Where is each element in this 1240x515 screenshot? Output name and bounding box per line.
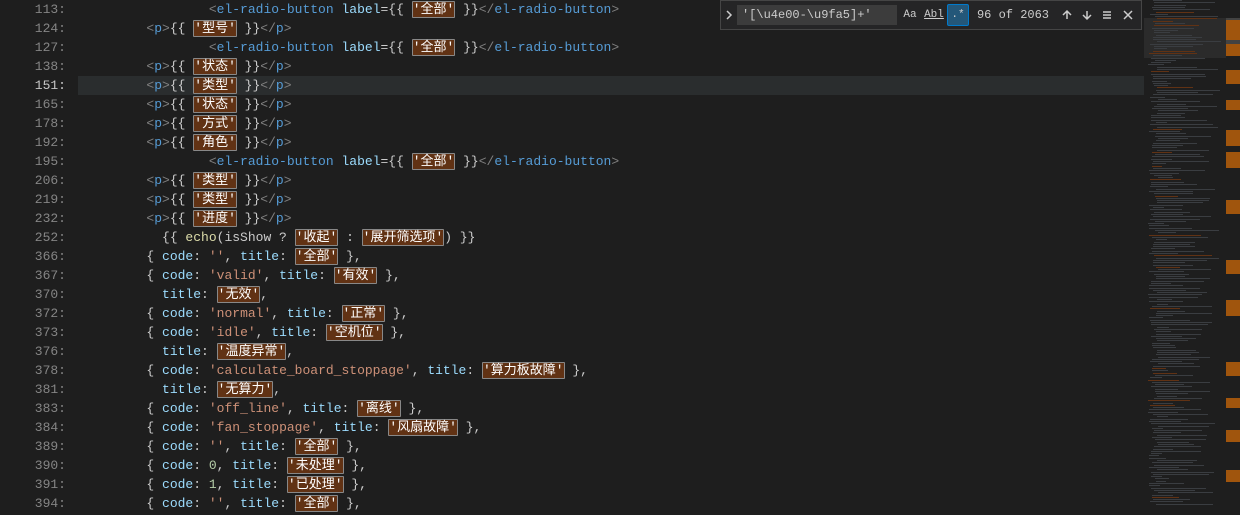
code-line[interactable]: { code: 'idle', title: '空机位' }, <box>78 323 1240 342</box>
code-line[interactable]: title: '温度异常', <box>78 342 1240 361</box>
find-close[interactable] <box>1117 5 1139 25</box>
code-line[interactable]: { code: 'fan_stoppage', title: '风扇故障' }, <box>78 418 1240 437</box>
find-toggle-replace[interactable] <box>721 1 737 29</box>
line-number: 381: <box>0 380 78 399</box>
code-line[interactable]: <el-radio-button label={{ '全部' }}</el-ra… <box>78 38 1240 57</box>
code-line[interactable]: { code: 0, title: '未处理' }, <box>78 456 1240 475</box>
line-number: 384: <box>0 418 78 437</box>
line-number-gutter: 113:124:127:138:151:165:178:192:195:206:… <box>0 0 78 515</box>
line-number: 195: <box>0 152 78 171</box>
code-line[interactable]: <p>{{ '类型' }}</p> <box>78 190 1240 209</box>
find-use-regex[interactable]: .* <box>947 4 969 26</box>
line-number: 178: <box>0 114 78 133</box>
find-in-selection[interactable] <box>1097 5 1117 25</box>
line-number: 206: <box>0 171 78 190</box>
vertical-scrollbar[interactable] <box>1226 0 1240 515</box>
line-number: 373: <box>0 323 78 342</box>
arrow-up-icon <box>1061 9 1073 21</box>
code-line[interactable]: title: '无算力', <box>78 380 1240 399</box>
line-number: 151: <box>0 76 78 95</box>
line-number: 232: <box>0 209 78 228</box>
code-line[interactable]: <p>{{ '类型' }}</p> <box>78 76 1240 95</box>
code-line[interactable]: { code: '', title: '全部' }, <box>78 494 1240 513</box>
line-number: 113: <box>0 0 78 19</box>
line-number: 378: <box>0 361 78 380</box>
editor-area: 113:124:127:138:151:165:178:192:195:206:… <box>0 0 1240 515</box>
find-previous[interactable] <box>1057 5 1077 25</box>
selection-icon <box>1101 9 1113 21</box>
code-line[interactable]: title: '无效', <box>78 285 1240 304</box>
code-line[interactable]: <p>{{ '进度' }}</p> <box>78 209 1240 228</box>
find-next[interactable] <box>1077 5 1097 25</box>
line-number: 165: <box>0 95 78 114</box>
arrow-down-icon <box>1081 9 1093 21</box>
line-number: 394: <box>0 494 78 513</box>
chevron-right-icon <box>724 10 734 20</box>
code-line[interactable]: { code: '', title: '全部' }, <box>78 247 1240 266</box>
code-line[interactable]: <p>{{ '类型' }}</p> <box>78 171 1240 190</box>
code-line[interactable]: {{ echo(isShow ? '收起' : '展开筛选项') }} <box>78 228 1240 247</box>
line-number: 372: <box>0 304 78 323</box>
line-number: 192: <box>0 133 78 152</box>
line-number: 367: <box>0 266 78 285</box>
code-line[interactable]: { code: '', title: '全部' }, <box>78 437 1240 456</box>
line-number: 124: <box>0 19 78 38</box>
code-line[interactable]: { code: 'normal', title: '正常' }, <box>78 304 1240 323</box>
find-match-case[interactable]: Aa <box>899 4 921 26</box>
code-line[interactable]: <el-radio-button label={{ '全部' }}</el-ra… <box>78 152 1240 171</box>
line-number: 390: <box>0 456 78 475</box>
code-line[interactable]: { code: 'valid', title: '有效' }, <box>78 266 1240 285</box>
line-number: 376: <box>0 342 78 361</box>
line-number: 138: <box>0 57 78 76</box>
code-line[interactable]: { code: 'calculate_board_stoppage', titl… <box>78 361 1240 380</box>
line-number: 219: <box>0 190 78 209</box>
code-line[interactable]: <p>{{ '方式' }}</p> <box>78 114 1240 133</box>
line-number: 391: <box>0 475 78 494</box>
find-input[interactable] <box>737 5 897 25</box>
find-result-count: 96 of 2063 <box>977 6 1049 25</box>
line-number: 366: <box>0 247 78 266</box>
line-number: 389: <box>0 437 78 456</box>
code-content[interactable]: <el-radio-button label={{ '全部' }}</el-ra… <box>78 0 1240 515</box>
code-line[interactable]: { code: 1, title: '已处理' }, <box>78 475 1240 494</box>
line-number: 370: <box>0 285 78 304</box>
code-line[interactable]: <p>{{ '状态' }}</p> <box>78 57 1240 76</box>
line-number: 383: <box>0 399 78 418</box>
code-line[interactable]: <p>{{ '状态' }}</p> <box>78 95 1240 114</box>
code-line[interactable]: { code: 'off_line', title: '离线' }, <box>78 399 1240 418</box>
find-widget: Aa Abl .* 96 of 2063 <box>720 0 1142 30</box>
line-number: 252: <box>0 228 78 247</box>
find-match-whole-word[interactable]: Abl <box>923 4 945 26</box>
code-line[interactable]: <p>{{ '角色' }}</p> <box>78 133 1240 152</box>
minimap[interactable] <box>1144 0 1226 515</box>
line-number: 127: <box>0 38 78 57</box>
close-icon <box>1122 9 1134 21</box>
